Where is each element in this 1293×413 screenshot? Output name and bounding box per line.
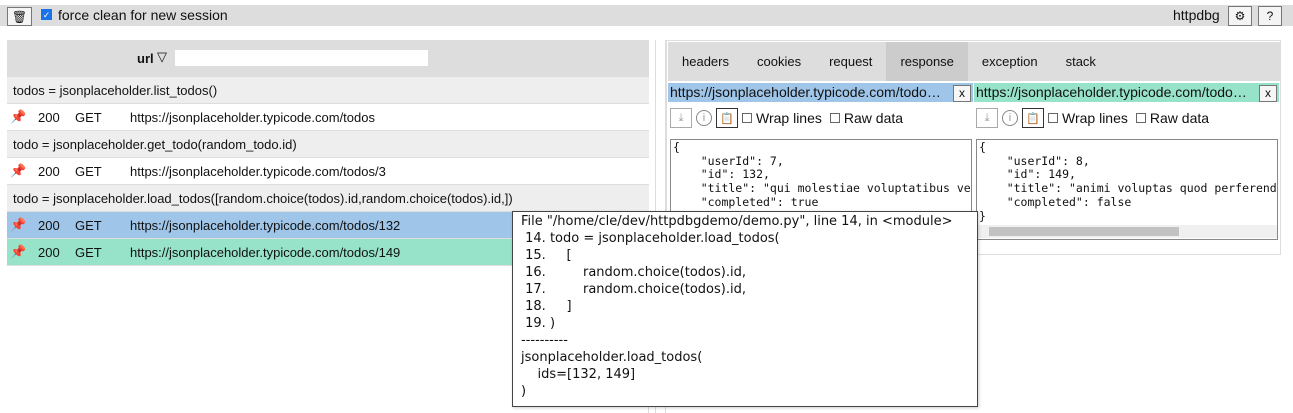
pane-url: https://jsonplaceholder.typicode.com/tod… (974, 83, 1257, 102)
wrap-lines-label: Wrap lines (756, 110, 822, 126)
tab-cookies[interactable]: cookies (743, 42, 815, 81)
raw-data-label: Raw data (843, 110, 904, 126)
close-pane-button[interactable]: x (953, 85, 971, 102)
tab-bar: headers cookies request response exception st… (668, 42, 1280, 81)
tab-stack[interactable]: stack (1052, 42, 1110, 81)
request-row[interactable]: 📌 200 GET https://jsonplaceholder.typico… (7, 158, 649, 185)
download-icon[interactable]: ⤓ (670, 108, 692, 128)
tab-exception[interactable]: exception (968, 42, 1052, 81)
wrap-lines-checkbox[interactable] (1048, 113, 1058, 123)
force-clean-checkbox[interactable]: ✓ (41, 9, 52, 20)
request-url: https://jsonplaceholder.typicode.com/tod… (130, 109, 375, 125)
group-row[interactable]: todo = jsonplaceholder.get_todo(random_t… (7, 131, 649, 158)
copy-icon[interactable]: 📋 (1022, 108, 1044, 128)
pin-icon[interactable]: 📌 (10, 163, 26, 179)
copy-icon[interactable]: 📋 (716, 108, 738, 128)
group-row[interactable]: todo = jsonplaceholder.load_todos([rando… (7, 185, 649, 212)
method: GET (75, 109, 102, 125)
status-code: 200 (38, 109, 60, 125)
url-filter-input[interactable] (175, 50, 428, 66)
close-pane-button[interactable]: x (1259, 85, 1277, 102)
status-code: 200 (38, 244, 60, 260)
request-url: https://jsonplaceholder.typicode.com/tod… (130, 163, 386, 179)
tab-request[interactable]: request (815, 42, 886, 81)
help-button[interactable]: ? (1258, 6, 1282, 26)
stack-tooltip: File "/home/cle/dev/httpdbgdemo/demo.py"… (512, 211, 978, 407)
raw-data-label: Raw data (1149, 110, 1210, 126)
app-name: httpdbg (1173, 7, 1220, 23)
filter-icon[interactable]: ▽ (157, 49, 167, 65)
force-clean-label: force clean for new session (58, 7, 228, 23)
request-row[interactable]: 📌 200 GET https://jsonplaceholder.typico… (7, 104, 649, 131)
pin-icon[interactable]: 📌 (10, 217, 26, 233)
group-label: todos = jsonplaceholder.list_todos() (13, 82, 218, 98)
help-icon: ? (1266, 9, 1274, 23)
group-row[interactable]: todos = jsonplaceholder.list_todos() (7, 77, 649, 104)
clean-button[interactable]: 🗑 (7, 7, 32, 26)
raw-data-checkbox[interactable] (1135, 113, 1146, 123)
url-column-label: url (137, 51, 154, 66)
raw-data-checkbox[interactable] (829, 113, 840, 123)
tab-headers[interactable]: headers (668, 42, 743, 81)
method: GET (75, 217, 102, 233)
settings-button[interactable]: ⚙ (1228, 6, 1252, 26)
top-bar: 🗑 ✓ force clean for new session httpdbg … (0, 5, 1293, 26)
status-code: 200 (38, 217, 60, 233)
wrap-lines-checkbox[interactable] (742, 113, 752, 123)
method: GET (75, 244, 102, 260)
pin-icon[interactable]: 📌 (10, 109, 26, 125)
list-header: url ▽ (7, 40, 649, 77)
request-url: https://jsonplaceholder.typicode.com/tod… (130, 244, 401, 260)
tab-response[interactable]: response (886, 42, 968, 81)
group-label: todo = jsonplaceholder.load_todos([rando… (13, 190, 513, 206)
method: GET (75, 163, 102, 179)
pin-icon[interactable]: 📌 (10, 244, 26, 260)
download-icon[interactable]: ⤓ (976, 108, 998, 128)
settings-icon: ⚙ (1234, 9, 1246, 23)
pane-url: https://jsonplaceholder.typicode.com/tod… (668, 83, 951, 102)
info-icon[interactable]: i (1002, 110, 1018, 126)
info-icon[interactable]: i (696, 110, 712, 126)
group-label: todo = jsonplaceholder.get_todo(random_t… (13, 136, 297, 152)
scrollbar-thumb[interactable] (989, 227, 1179, 236)
request-url: https://jsonplaceholder.typicode.com/tod… (130, 217, 401, 233)
wrap-lines-label: Wrap lines (1062, 110, 1128, 126)
status-code: 200 (38, 163, 60, 179)
horizontal-scrollbar[interactable] (977, 225, 1277, 238)
trash-icon: 🗑 (11, 9, 28, 24)
